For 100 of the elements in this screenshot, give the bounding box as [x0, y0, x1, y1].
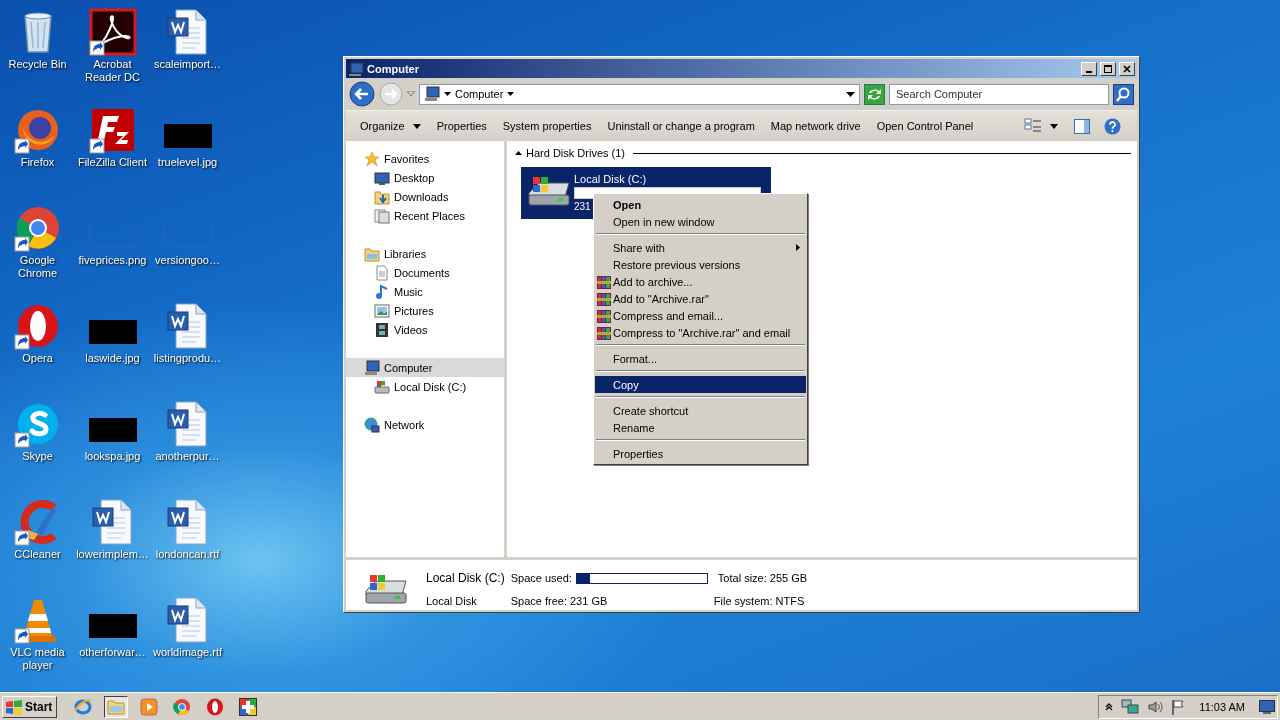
icon-label[interactable]: laswide.jpg: [75, 352, 150, 365]
document-icon: [167, 401, 206, 447]
monitor-icon: [374, 169, 390, 186]
pdf-app-icon: [89, 8, 136, 56]
thumbnail-icon: [88, 614, 137, 638]
nav-item[interactable]: Downloads: [346, 187, 504, 206]
toolbar-button[interactable]: System properties: [494, 117, 600, 135]
document-icon: [167, 597, 206, 643]
menu-item[interactable]: Restore previous versions: [595, 256, 806, 273]
view-list-icon[interactable]: [1024, 118, 1042, 134]
menu-item[interactable]: Open: [595, 196, 806, 213]
refresh-button[interactable]: [864, 83, 885, 105]
drive-name: Local Disk (C:): [426, 571, 505, 585]
icon-label[interactable]: Google Chrome: [0, 254, 75, 280]
toolbar-button[interactable]: Organize: [352, 117, 429, 135]
nav-item[interactable]: Music: [346, 282, 504, 301]
taskbar-button[interactable]: [104, 695, 129, 718]
menu-item[interactable]: Add to archive...: [595, 273, 806, 290]
caret-icon[interactable]: [1050, 123, 1058, 129]
address-field[interactable]: Computer: [419, 83, 860, 105]
drive-icon: [365, 575, 407, 604]
minimize-button[interactable]: [1081, 61, 1097, 76]
browser-icon: [74, 698, 93, 714]
icon-label[interactable]: Recycle Bin: [0, 58, 75, 71]
icon-label[interactable]: fiveprices.png: [75, 254, 150, 267]
toolbar-button[interactable]: Properties: [428, 117, 495, 135]
menu-item[interactable]: Rename: [595, 419, 806, 436]
film-icon: [374, 321, 390, 338]
nav-item[interactable]: Desktop: [346, 168, 504, 187]
thumbnail-icon: [88, 418, 137, 442]
icon-label[interactable]: Opera: [0, 352, 75, 365]
icon-label[interactable]: FileZilla Client: [75, 156, 150, 169]
windows-flag-icon: [6, 699, 22, 715]
document-icon: [92, 499, 131, 545]
caret-icon[interactable]: [444, 92, 451, 96]
total-size: Total size: 255 GB: [716, 572, 809, 584]
show-desktop-icon[interactable]: [1259, 699, 1275, 714]
icon-label[interactable]: versiongoo…: [150, 254, 225, 267]
nav-item[interactable]: Pictures: [346, 301, 504, 320]
chevron-up-icon[interactable]: [1105, 702, 1114, 711]
search-field[interactable]: Search Computer: [889, 83, 1109, 105]
dropdown-caret-icon[interactable]: [846, 91, 855, 97]
nav-item[interactable]: Documents: [346, 263, 504, 282]
icon-label[interactable]: VLC media player: [0, 646, 75, 672]
nav-item[interactable]: Favorites: [346, 149, 504, 168]
menu-item[interactable]: Create shortcut: [595, 402, 806, 419]
document-icon: [167, 499, 206, 545]
icon-label[interactable]: Firefox: [0, 156, 75, 169]
nav-item[interactable]: Network: [346, 415, 504, 434]
play-icon: [140, 698, 158, 715]
icon-label[interactable]: listingprodu…: [150, 352, 225, 365]
close-icon: [1123, 64, 1131, 73]
menu-item[interactable]: Compress to "Archive.rar" and email: [595, 324, 806, 341]
menu-item[interactable]: Properties: [595, 445, 806, 462]
icon-label[interactable]: Acrobat Reader DC: [75, 58, 150, 84]
icon-label[interactable]: scaleimport…: [150, 58, 225, 71]
back-button[interactable]: [349, 81, 375, 107]
menu-item[interactable]: Copy: [595, 376, 806, 393]
books-icon: [597, 275, 611, 289]
caret-icon[interactable]: [507, 92, 515, 96]
collapse-arrow-icon[interactable]: [515, 151, 522, 155]
icon-label[interactable]: Skype: [0, 450, 75, 463]
preview-pane-icon[interactable]: [1074, 118, 1090, 134]
toolbar-button[interactable]: Map network drive: [762, 117, 869, 135]
toolbar-button[interactable]: Open Control Panel: [868, 117, 982, 135]
icon-label[interactable]: truelevel.jpg: [150, 156, 225, 169]
help-icon[interactable]: [1104, 117, 1121, 135]
nav-item[interactable]: Local Disk (C:): [346, 377, 504, 396]
drive-name: Local Disk (C:): [574, 173, 648, 185]
menu-item[interactable]: Share with: [595, 239, 806, 256]
nav-item[interactable]: Recent Places: [346, 206, 504, 225]
speaker-icon[interactable]: [1147, 698, 1164, 715]
space-used-label: Space used:: [510, 572, 572, 584]
nav-item[interactable]: Libraries: [346, 244, 504, 263]
computer-icon: [348, 61, 364, 76]
group-header[interactable]: Hard Disk Drives (1): [526, 147, 625, 159]
clock[interactable]: 11:03 AM: [1199, 700, 1245, 713]
search-button[interactable]: [1113, 83, 1134, 105]
nav-item[interactable]: Videos: [346, 320, 504, 339]
history-caret-icon[interactable]: [407, 91, 415, 97]
document-stack-icon: [374, 207, 390, 224]
menu-item[interactable]: Format...: [595, 350, 806, 367]
maximize-button[interactable]: [1100, 61, 1116, 76]
menu-item[interactable]: Add to "Archive.rar": [595, 290, 806, 307]
icon-label[interactable]: CCleaner: [0, 548, 75, 561]
document-icon: [167, 9, 206, 55]
network-icon[interactable]: [1121, 698, 1140, 715]
books-icon: [597, 292, 611, 306]
window-title: Computer: [367, 62, 420, 75]
computer-icon: [364, 359, 380, 376]
close-button[interactable]: [1119, 61, 1135, 76]
icon-label[interactable]: lookspa.jpg: [75, 450, 150, 463]
menu-item[interactable]: Open in new window: [595, 213, 806, 230]
flag-icon[interactable]: [1171, 698, 1186, 715]
nav-item[interactable]: Computer: [346, 358, 504, 377]
thumbnail-icon: [163, 124, 212, 148]
menu-item[interactable]: Compress and email...: [595, 307, 806, 324]
folder-icon: [107, 700, 125, 714]
start-button[interactable]: Start: [2, 695, 58, 718]
toolbar-button[interactable]: Uninstall or change a program: [599, 117, 763, 135]
